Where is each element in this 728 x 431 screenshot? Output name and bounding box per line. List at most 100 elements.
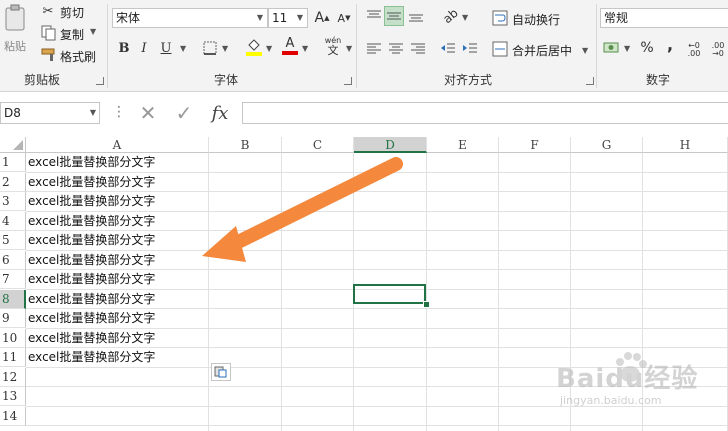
column-header-e[interactable]: E	[427, 137, 499, 153]
row-header-1[interactable]: 1	[0, 153, 26, 172]
cell-a10[interactable]: excel批量替换部分文字	[26, 329, 155, 348]
copy-label: 复制	[60, 28, 85, 42]
row-header-11[interactable]: 11	[0, 348, 26, 367]
font-launcher-icon[interactable]	[344, 77, 352, 85]
insert-function-button[interactable]: fx	[210, 102, 230, 124]
row-header-9[interactable]: 9	[0, 309, 26, 328]
column-header-f[interactable]: F	[499, 137, 571, 153]
cell-a2[interactable]: excel批量替换部分文字	[26, 173, 155, 192]
column-header-b[interactable]: B	[209, 137, 282, 153]
row-header-13[interactable]: 13	[0, 387, 26, 406]
fill-handle[interactable]	[423, 301, 430, 308]
cell-a11[interactable]: excel批量替换部分文字	[26, 348, 155, 367]
row-header-7[interactable]: 7	[0, 270, 26, 289]
cell-a4[interactable]: excel批量替换部分文字	[26, 212, 155, 231]
shrink-font-button[interactable]: A ▼	[334, 8, 354, 28]
column-header-h[interactable]: H	[643, 137, 728, 153]
font-color-button[interactable]: A	[280, 36, 300, 56]
column-header-c[interactable]: C	[282, 137, 354, 153]
cut-label: 剪切	[60, 6, 85, 20]
confirm-entry-button[interactable]: ✓	[174, 101, 194, 125]
percent-button[interactable]: %	[637, 38, 657, 58]
chevron-down-icon: ▼	[180, 44, 187, 53]
chevron-down-icon: ▼	[256, 13, 264, 22]
row-header-8[interactable]: 8	[0, 289, 26, 309]
cell-a6[interactable]: excel批量替换部分文字	[26, 251, 155, 270]
font-color-swatch	[282, 51, 298, 55]
align-center-button[interactable]	[386, 38, 406, 58]
chevron-down-icon: ▼	[346, 44, 353, 53]
chevron-down-icon: ▼	[89, 108, 96, 117]
orientation-button[interactable]: ab	[440, 6, 460, 26]
align-left-button[interactable]	[364, 38, 384, 58]
underline-button[interactable]: U	[156, 38, 176, 58]
row-header-3[interactable]: 3	[0, 192, 26, 211]
paste-button[interactable]: 粘贴	[2, 2, 30, 62]
gridline	[426, 153, 427, 431]
fx-icon: fx	[211, 102, 229, 124]
clipboard-launcher-icon[interactable]	[96, 77, 104, 85]
cell-a9[interactable]: excel批量替换部分文字	[26, 309, 155, 328]
align-right-button[interactable]	[408, 38, 428, 58]
font-name-select[interactable]: 宋体 ▼	[112, 8, 268, 28]
comma-button[interactable]: ,	[660, 34, 680, 54]
cancel-entry-button[interactable]: ✕	[138, 101, 158, 125]
number-format-select[interactable]: 常规	[600, 8, 728, 28]
select-all-corner[interactable]	[0, 137, 26, 153]
check-icon: ✓	[175, 101, 193, 125]
copy-button[interactable]: 复制 ▼	[38, 24, 98, 42]
fill-color-button[interactable]	[244, 36, 264, 56]
increase-indent-button[interactable]	[460, 38, 480, 58]
paste-options-button[interactable]	[211, 363, 231, 381]
more-options-icon[interactable]: ⋮	[112, 104, 126, 120]
merge-center-button[interactable]: 合并后居中 ▼	[492, 40, 592, 60]
grow-font-button[interactable]: A ▲	[312, 8, 332, 28]
gridline	[26, 425, 728, 426]
cell-a1[interactable]: excel批量替换部分文字	[26, 153, 155, 172]
phonetic-button[interactable]: wén 文	[320, 36, 346, 56]
currency-button[interactable]	[602, 38, 622, 58]
selected-cell[interactable]	[353, 284, 426, 304]
row-header-4[interactable]: 4	[0, 211, 26, 231]
font-color-icon: A	[285, 36, 295, 51]
decrease-decimal-button[interactable]: .00 →0	[708, 40, 728, 60]
align-bottom-button[interactable]	[406, 6, 426, 26]
format-painter-button[interactable]: 格式刷	[38, 46, 100, 64]
name-box[interactable]: D8 ▼	[0, 102, 100, 124]
column-header-g[interactable]: G	[571, 137, 643, 153]
phonetic-char-icon: 文	[327, 44, 339, 57]
border-icon	[203, 41, 217, 55]
row-header-12[interactable]: 12	[0, 367, 26, 387]
row-header-10[interactable]: 10	[0, 328, 26, 348]
column-header-a[interactable]: A	[26, 137, 209, 153]
chevron-down-icon: ▼	[624, 44, 631, 53]
decrease-indent-button[interactable]	[438, 38, 458, 58]
row-header-14[interactable]: 14	[0, 406, 26, 426]
alignment-launcher-icon[interactable]	[586, 77, 594, 85]
align-top-button[interactable]	[364, 6, 384, 26]
font-size-select[interactable]: 11 ▼	[268, 8, 308, 28]
format-painter-label: 格式刷	[60, 50, 97, 64]
gridline	[498, 153, 499, 431]
cell-a8[interactable]: excel批量替换部分文字	[26, 290, 155, 309]
cut-button[interactable]: ✂ 剪切	[38, 2, 88, 21]
align-middle-button[interactable]	[384, 6, 404, 26]
paste-label: 粘贴	[4, 40, 26, 53]
borders-button[interactable]	[200, 38, 220, 58]
bold-button[interactable]: B	[114, 38, 134, 58]
caret-down-icon: ▼	[345, 14, 351, 22]
cell-a7[interactable]: excel批量替换部分文字	[26, 270, 155, 289]
italic-button[interactable]: I	[134, 38, 154, 58]
column-header-d[interactable]: D	[354, 137, 427, 153]
currency-icon	[603, 42, 619, 53]
cell-a3[interactable]: excel批量替换部分文字	[26, 192, 155, 211]
formula-input[interactable]	[242, 102, 728, 124]
row-header-5[interactable]: 5	[0, 231, 26, 250]
cell-a5[interactable]: excel批量替换部分文字	[26, 231, 155, 250]
wrap-text-button[interactable]: 自动换行	[492, 8, 572, 28]
font-group-label: 字体	[214, 73, 239, 87]
increase-decimal-button[interactable]: ←0.00	[684, 40, 704, 60]
row-header-2[interactable]: 2	[0, 172, 26, 192]
row-header-6[interactable]: 6	[0, 250, 26, 270]
align-top-icon	[367, 10, 381, 18]
